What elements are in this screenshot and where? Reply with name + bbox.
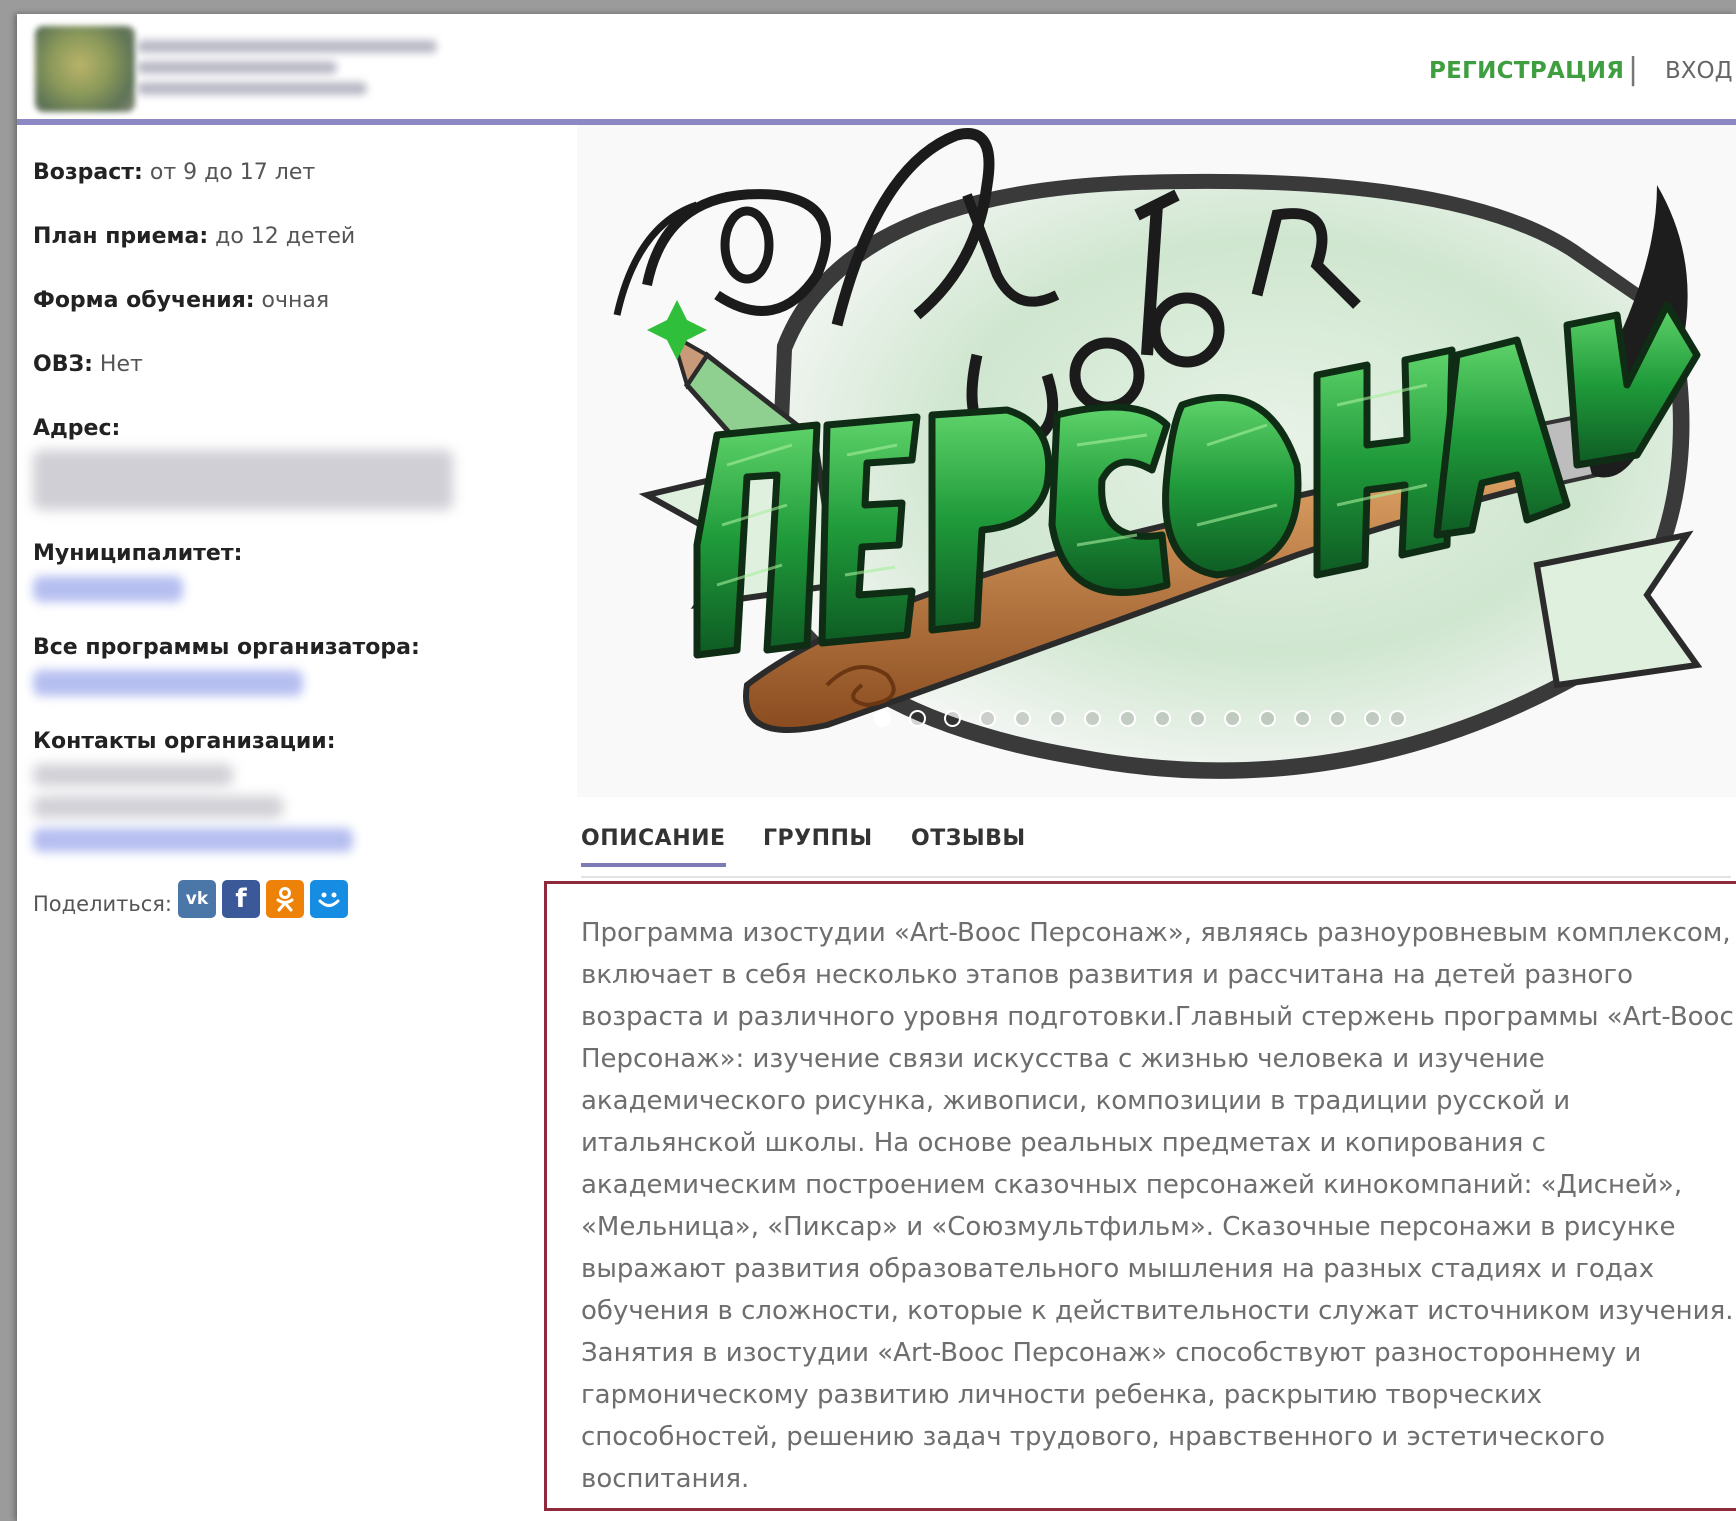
form-label: Форма обучения: [33, 288, 255, 313]
slider-dot[interactable] [909, 710, 926, 727]
contacts-phone-blurred [33, 764, 233, 786]
municipality-row: Муниципалитет: [33, 541, 242, 566]
contacts-label: Контакты организации: [33, 729, 336, 754]
slider-dot[interactable] [979, 710, 996, 727]
contacts-email-blurred [33, 796, 283, 818]
slider-dot[interactable] [1364, 710, 1381, 727]
municipality-link-blurred[interactable] [33, 576, 183, 602]
slider-dot[interactable] [944, 710, 961, 727]
moimir-icon [318, 892, 340, 907]
login-link[interactable]: ВХОД [1665, 58, 1733, 84]
odnoklassniki-icon [276, 887, 294, 912]
programs-label: Все программы организатора: [33, 635, 420, 660]
ovz-row: ОВЗ: Нет [33, 352, 143, 377]
plan-row: План приема: до 12 детей [33, 224, 355, 249]
form-row: Форма обучения: очная [33, 288, 329, 313]
ovz-label: ОВЗ: [33, 352, 93, 377]
age-value: от 9 до 17 лет [149, 160, 316, 185]
contacts-site-link-blurred[interactable] [33, 828, 353, 852]
site-header: РЕГИСТРАЦИЯ | ВХОД [17, 14, 1736, 119]
slider-dot[interactable] [1014, 710, 1031, 727]
tab-groups[interactable]: ГРУППЫ [763, 826, 873, 851]
slider-dot[interactable] [1389, 710, 1406, 727]
slider-dot[interactable] [1224, 710, 1241, 727]
slider-dot[interactable] [874, 710, 891, 727]
ovz-value: Нет [99, 352, 143, 377]
slider-dot[interactable] [1329, 710, 1346, 727]
register-link[interactable]: РЕГИСТРАЦИЯ [1429, 58, 1624, 84]
description-panel: Программа изостудии «Art-Boос Персонаж»,… [544, 881, 1736, 1511]
moimir-share-button[interactable] [310, 880, 348, 918]
slider-dot[interactable] [1049, 710, 1066, 727]
org-logo[interactable] [35, 26, 135, 112]
tab-reviews[interactable]: ОТЗЫВЫ [911, 826, 1026, 851]
vk-icon: vk [185, 889, 209, 909]
program-banner[interactable] [577, 125, 1736, 797]
slider-dot[interactable] [1119, 710, 1136, 727]
plan-value: до 12 детей [215, 224, 356, 249]
share-label: Поделиться: [33, 892, 173, 916]
vk-share-button[interactable]: vk [178, 880, 216, 918]
age-label: Возраст: [33, 160, 143, 185]
municipality-label: Муниципалитет: [33, 541, 243, 566]
facebook-icon: f [235, 884, 247, 914]
address-label: Адрес: [33, 416, 121, 441]
slider-dot[interactable] [1294, 710, 1311, 727]
program-tabs: ОПИСАНИЕ ГРУППЫ ОТЗЫВЫ [581, 826, 1731, 878]
art-book-logo-image [577, 125, 1736, 797]
form-value: очная [261, 288, 330, 313]
slider-dot[interactable] [1154, 710, 1171, 727]
address-value-blurred [33, 450, 453, 510]
address-row: Адрес: [33, 416, 120, 441]
nav-separator: | [1628, 52, 1639, 87]
tab-description[interactable]: ОПИСАНИЕ [581, 826, 726, 867]
slider-dot[interactable] [1259, 710, 1276, 727]
slider-dot[interactable] [1189, 710, 1206, 727]
contacts-row: Контакты организации: [33, 729, 336, 754]
page-frame: РЕГИСТРАЦИЯ | ВХОД Возраст: от 9 до 17 л… [17, 14, 1736, 1521]
slider-dot[interactable] [1084, 710, 1101, 727]
age-row: Возраст: от 9 до 17 лет [33, 160, 315, 185]
programs-link-blurred[interactable] [33, 670, 303, 696]
odnoklassniki-share-button[interactable] [266, 880, 304, 918]
description-text: Программа изостудии «Art-Boос Персонаж»,… [581, 918, 1734, 1494]
facebook-share-button[interactable]: f [222, 880, 260, 918]
programs-row: Все программы организатора: [33, 635, 420, 660]
plan-label: План приема: [33, 224, 209, 249]
org-name-blurred[interactable] [137, 32, 467, 112]
